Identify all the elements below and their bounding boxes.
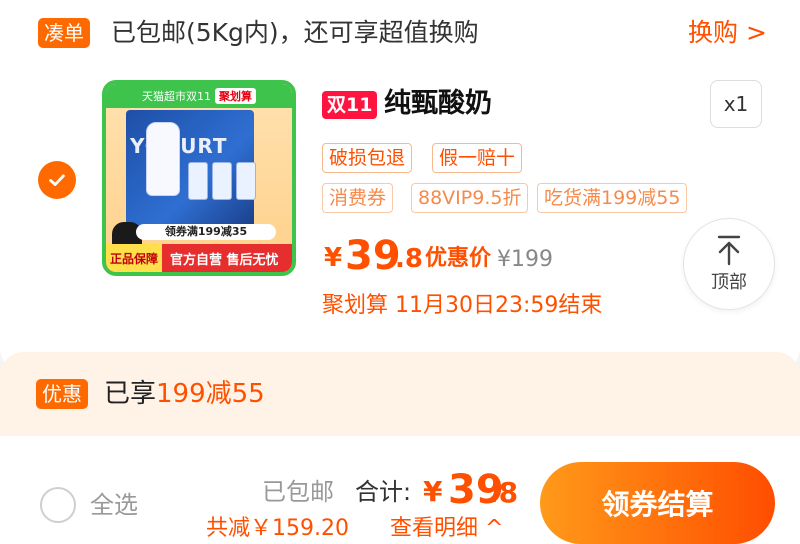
promo-tag: 88VIP9.5折: [411, 183, 529, 213]
promo-deadline: 聚划算 11月30日23:59结束: [322, 293, 603, 318]
price-currency: ¥: [324, 243, 343, 273]
swap-link[interactable]: 换购 >: [688, 16, 767, 50]
checkout-bar: 全选 已包邮 合计: ¥ 39 .8 共减￥159.20 查看明细 ^ 领券结算: [0, 436, 800, 544]
yogurt-pouch-graphic: [188, 162, 208, 200]
check-icon: [49, 174, 65, 186]
back-to-top-button[interactable]: 顶部: [683, 218, 775, 310]
discount-summary[interactable]: 优惠 已享199减55: [0, 352, 800, 436]
product-title[interactable]: 纯甄酸奶: [384, 85, 492, 123]
price-decimal: .8: [395, 244, 423, 274]
checkout-button[interactable]: 领券结算: [540, 462, 775, 544]
price-integer: 39: [345, 233, 401, 279]
product-image-topbar: 天猫超市双11 聚划算: [106, 84, 292, 108]
arrow-up-icon: [717, 235, 741, 266]
cart-item-card: 凑单 已包邮(5Kg内)，还可享超值换购 换购 > 天猫超市双11 聚划算 YO…: [0, 0, 800, 372]
back-to-top-label: 顶部: [711, 272, 747, 293]
banner-text: 已包邮(5Kg内)，还可享超值换购: [111, 18, 479, 47]
cou-dan-tag: 凑单: [38, 18, 90, 48]
yogurt-bottle-graphic: [146, 122, 180, 196]
discount-tag: 优惠: [36, 379, 88, 409]
quantity-selector[interactable]: x1: [710, 80, 762, 128]
shipping-status: 已包邮: [262, 478, 334, 506]
discount-text: 已享199减55: [104, 379, 265, 409]
product-image[interactable]: 天猫超市双11 聚划算 YOGURT 领券满199减35 正品保障 官方自营 售…: [102, 80, 296, 276]
total-label: 合计:: [355, 478, 412, 506]
select-all-label[interactable]: 全选: [90, 489, 138, 521]
product-image-footer: 正品保障 官方自营 售后无忧: [106, 244, 292, 272]
total-currency: ¥: [423, 475, 443, 508]
yogurt-pouch-graphic: [236, 162, 256, 200]
total-saved: 共减￥159.20: [206, 516, 349, 541]
service-tag: 假一赔十: [432, 143, 523, 173]
yogurt-pouch-graphic: [212, 162, 232, 200]
promo-tag: 吃货满199减55: [537, 183, 688, 213]
total-decimal: .8: [488, 476, 519, 509]
promo-tag: 消费券: [322, 183, 394, 213]
item-checkbox[interactable]: [38, 161, 76, 199]
double11-badge: 双11: [322, 91, 378, 119]
view-details-link[interactable]: 查看明细 ^: [390, 514, 503, 544]
select-all-checkbox[interactable]: [40, 487, 76, 523]
price-label: 优惠价: [425, 246, 492, 271]
product-image-coupon: 领券满199减35: [136, 224, 276, 240]
service-tag: 破损包退: [322, 143, 413, 173]
original-price: ¥199: [497, 247, 553, 272]
